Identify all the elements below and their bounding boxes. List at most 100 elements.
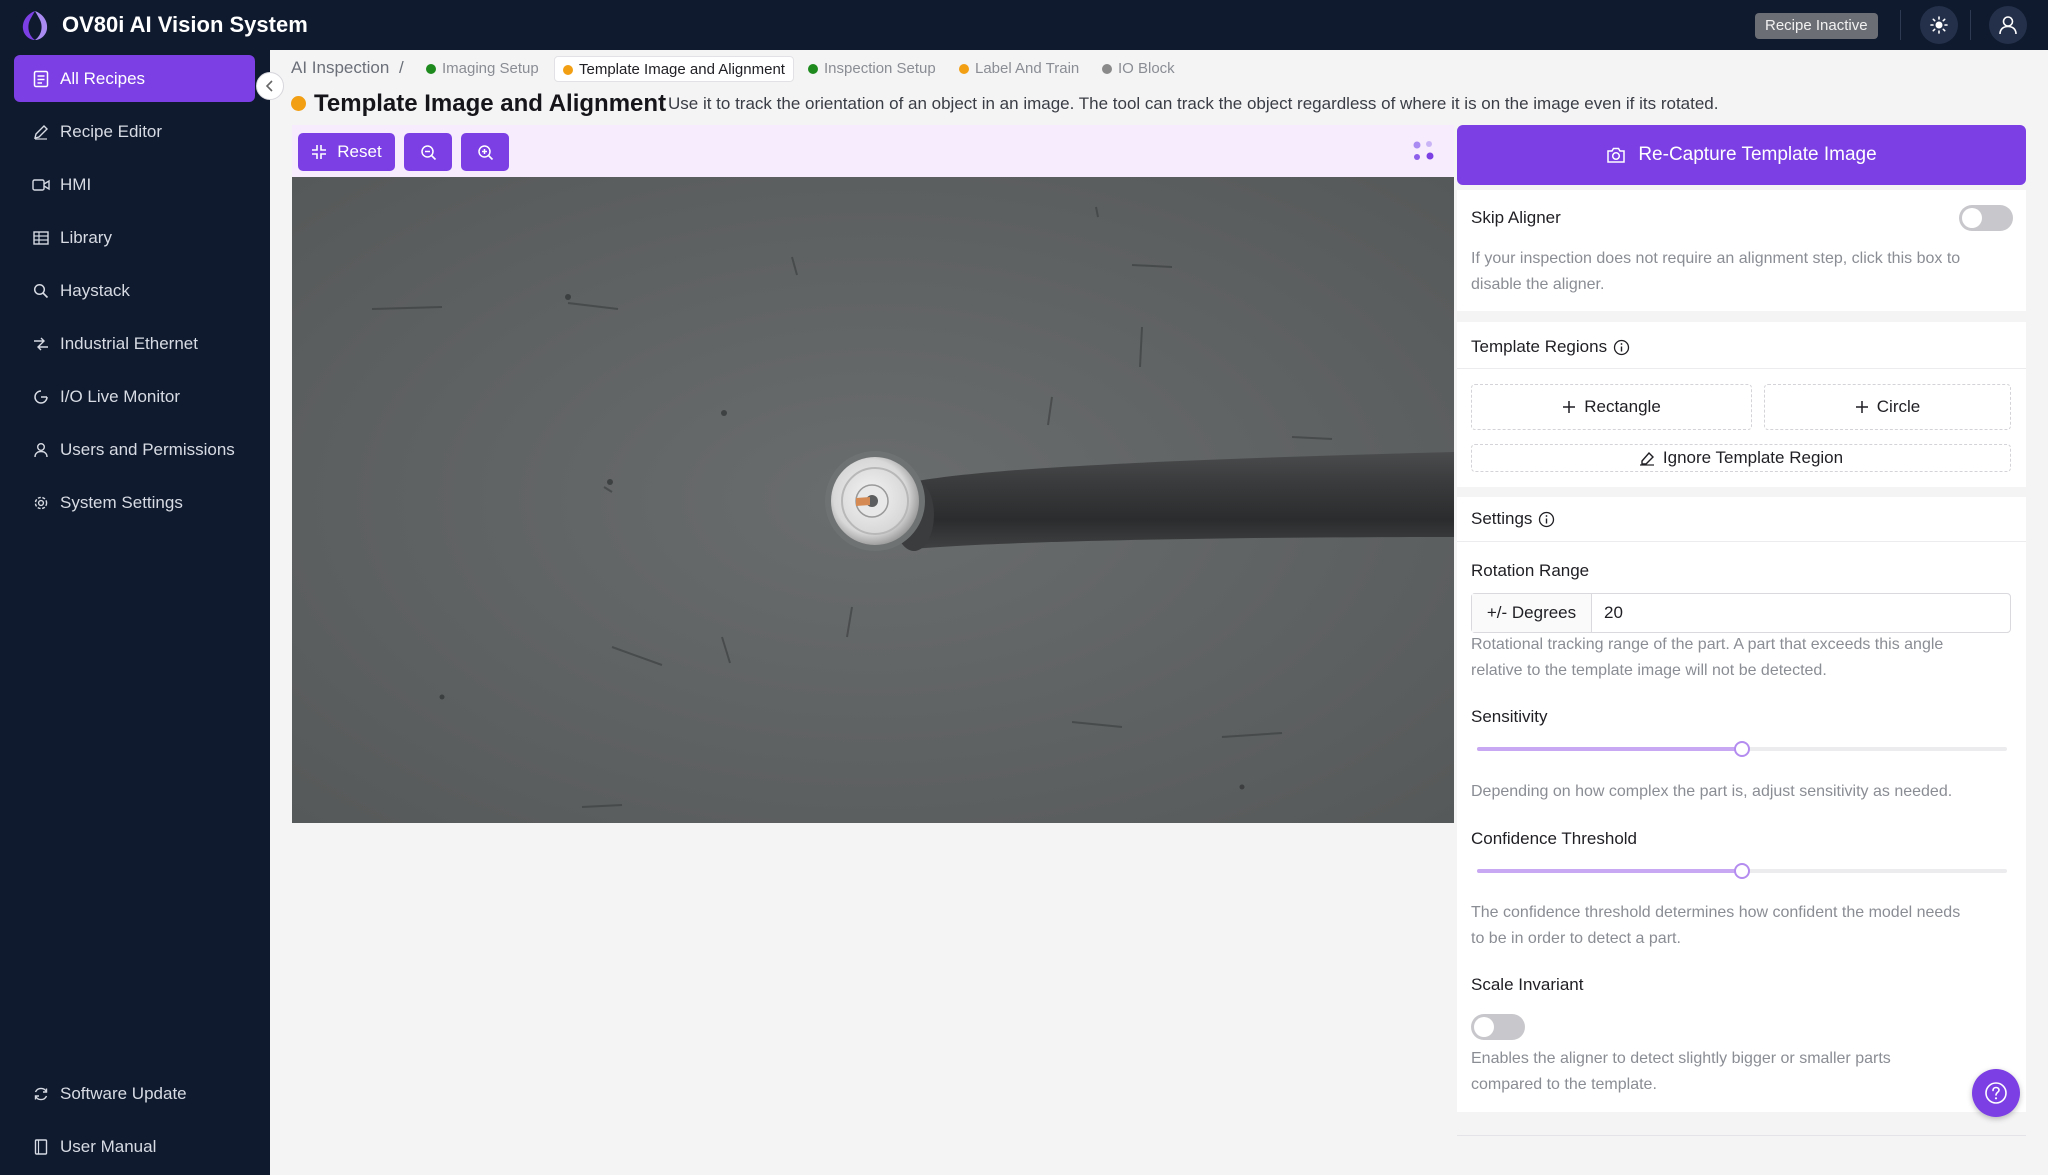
settings-card: Settings Rotation Range +/- Degrees 20 R… — [1457, 497, 2026, 1112]
sidebar-item-label: Industrial Ethernet — [60, 333, 198, 353]
slider-handle[interactable] — [1734, 863, 1750, 879]
sidebar-item-industrial-ethernet[interactable]: Industrial Ethernet — [14, 320, 255, 367]
sidebar-item-recipe-editor[interactable]: Recipe Editor — [14, 108, 255, 155]
page-title: Template Image and Alignment — [314, 90, 667, 117]
loading-spinner-icon — [1413, 141, 1434, 160]
theme-toggle-button[interactable] — [1920, 6, 1958, 44]
top-bar: OV80i AI Vision System Recipe Inactive — [0, 0, 2048, 50]
tab-label: Label And Train — [975, 60, 1080, 77]
refresh-icon — [32, 1085, 50, 1103]
question-icon — [1985, 1082, 2007, 1104]
zoom-in-button[interactable] — [461, 133, 509, 171]
tab-label: Imaging Setup — [442, 60, 539, 77]
help-line: to be in order to detect a part. — [1471, 930, 1681, 947]
user-icon — [1999, 16, 2017, 35]
tab-imaging-setup[interactable]: Imaging Setup — [418, 56, 547, 82]
info-icon[interactable] — [1613, 339, 1630, 356]
divider — [1457, 368, 2026, 369]
info-icon[interactable] — [1538, 511, 1555, 528]
sidebar-item-label: Library — [60, 227, 112, 247]
sensitivity-slider[interactable] — [1477, 741, 2007, 757]
rotation-range-input[interactable]: 20 — [1592, 594, 2010, 632]
confidence-threshold-slider[interactable] — [1477, 863, 2007, 879]
breadcrumb-root[interactable]: AI Inspection — [291, 58, 389, 78]
ignore-template-region-label: Ignore Template Region — [1662, 448, 1844, 467]
rotation-range-help: Rotational tracking range of the part. A… — [1471, 632, 1943, 684]
sidebar-item-io-live-monitor[interactable]: I/O Live Monitor — [14, 373, 255, 420]
help-line: disable the aligner. — [1471, 276, 1605, 293]
help-line: Rotational tracking range of the part. A… — [1471, 636, 1944, 653]
sidebar-item-haystack[interactable]: Haystack — [14, 267, 255, 314]
ignore-template-region-button[interactable]: Ignore Template Region — [1471, 444, 2011, 472]
sidebar-item-label: Users and Permissions — [60, 439, 235, 459]
tab-label-and-train[interactable]: Label And Train — [951, 56, 1087, 82]
skip-aligner-toggle[interactable] — [1959, 205, 2013, 231]
settings-label: Settings — [1471, 509, 1533, 528]
skip-aligner-card: Skip Aligner If your inspection does not… — [1457, 190, 2026, 311]
user-menu-button[interactable] — [1989, 6, 2027, 44]
app-title: OV80i AI Vision System — [62, 12, 308, 37]
zoom-out-button[interactable] — [404, 133, 452, 171]
plus-icon — [1855, 400, 1869, 414]
sidebar-item-library[interactable]: Library — [14, 214, 255, 261]
zoom-in-icon — [477, 144, 493, 160]
sidebar-item-system-settings[interactable]: System Settings — [14, 479, 255, 526]
slider-handle[interactable] — [1734, 741, 1750, 757]
topbar-divider — [1900, 10, 1901, 40]
status-dot — [959, 64, 969, 74]
status-dot — [1102, 64, 1112, 74]
template-regions-card: Template Regions Rectangle Circle Ignore… — [1457, 322, 2026, 487]
tab-io-block[interactable]: IO Block — [1094, 56, 1183, 82]
topbar-divider — [1970, 10, 1971, 40]
add-rectangle-button[interactable]: Rectangle — [1471, 384, 1752, 430]
recapture-template-button[interactable]: Re-Capture Template Image — [1457, 125, 2026, 185]
scale-invariant-help: Enables the aligner to detect slightly b… — [1471, 1046, 1891, 1098]
rotation-range-label: Rotation Range — [1471, 561, 1590, 580]
rotation-unit-addon: +/- Degrees — [1472, 594, 1592, 632]
help-line: compared to the template. — [1471, 1076, 1657, 1093]
sidebar: All Recipes Recipe Editor HMI Library Ha… — [0, 50, 270, 1175]
table-icon — [32, 229, 50, 247]
camera-image[interactable] — [292, 177, 1454, 823]
status-dot — [808, 64, 818, 74]
tab-template-image-and-alignment[interactable]: Template Image and Alignment — [554, 56, 794, 82]
add-rectangle-label: Rectangle — [1584, 397, 1661, 416]
sidebar-item-user-manual[interactable]: User Manual — [14, 1123, 255, 1170]
sidebar-item-all-recipes[interactable]: All Recipes — [14, 55, 255, 102]
plus-icon — [1562, 400, 1576, 414]
reset-button[interactable]: Reset — [298, 133, 395, 171]
template-regions-label: Template Regions — [1471, 337, 1608, 356]
status-dot — [426, 64, 436, 74]
slider-fill — [1477, 747, 1742, 751]
sidebar-item-label: I/O Live Monitor — [60, 386, 180, 406]
toggle-knob — [1962, 208, 1982, 228]
recapture-label: Re-Capture Template Image — [1638, 144, 1877, 165]
confidence-threshold-help: The confidence threshold determines how … — [1471, 900, 1960, 952]
scale-invariant-toggle[interactable] — [1471, 1014, 1525, 1040]
sun-icon — [1930, 16, 1948, 34]
network-icon — [32, 335, 50, 353]
add-circle-button[interactable]: Circle — [1764, 384, 2011, 430]
chevron-left-icon — [265, 80, 273, 92]
skip-aligner-help: If your inspection does not require an a… — [1471, 246, 1960, 298]
help-line: Enables the aligner to detect slightly b… — [1471, 1050, 1891, 1067]
sidebar-item-hmi[interactable]: HMI — [14, 161, 255, 208]
slider-fill — [1477, 869, 1742, 873]
shrink-icon — [312, 145, 327, 159]
app-logo-icon — [22, 11, 48, 40]
gear-icon — [32, 494, 50, 512]
sidebar-item-users-and-permissions[interactable]: Users and Permissions — [14, 426, 255, 473]
scale-invariant-label: Scale Invariant — [1471, 975, 1584, 994]
sensitivity-help: Depending on how complex the part is, ad… — [1471, 783, 1953, 800]
monitor-icon — [32, 388, 50, 406]
help-button[interactable] — [1972, 1069, 2020, 1117]
tab-label: Template Image and Alignment — [579, 61, 785, 78]
tab-inspection-setup[interactable]: Inspection Setup — [800, 56, 944, 82]
help-line: relative to the template image will not … — [1471, 662, 1827, 679]
skip-aligner-label: Skip Aligner — [1471, 208, 1561, 227]
sidebar-collapse-button[interactable] — [256, 72, 284, 100]
confidence-threshold-label: Confidence Threshold — [1471, 829, 1638, 848]
tab-label: Inspection Setup — [824, 60, 936, 77]
zoom-out-icon — [420, 144, 436, 160]
sidebar-item-software-update[interactable]: Software Update — [14, 1070, 255, 1117]
